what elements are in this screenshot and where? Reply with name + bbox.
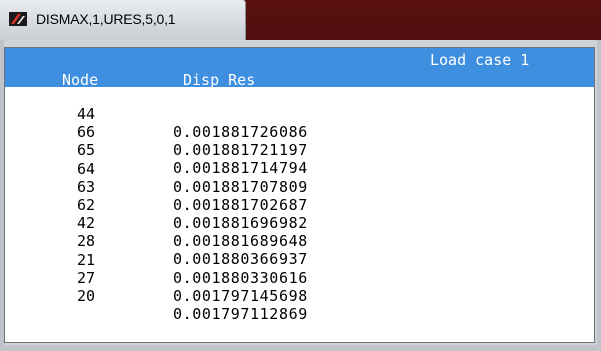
results-window: DISMAX,1,URES,5,0,1 Load case 1 Node Dis… — [0, 0, 601, 351]
results-panel: Load case 1 Node Disp_Res 44 0.001881726… — [4, 47, 595, 343]
table-row: 63 0.001881702687 — [5, 160, 594, 214]
table-row: 42 0.001881689648 — [5, 196, 594, 250]
results-header: Load case 1 Node Disp_Res — [5, 48, 594, 89]
disp-value: 0.001797145698 — [173, 286, 308, 305]
table-row: 66 0.001881721197 — [5, 105, 594, 159]
table-row: 21 0.001880330616 — [5, 233, 594, 287]
table-row: 64 0.001881707809 — [5, 142, 594, 196]
table-row: 44 0.001881726086 — [5, 87, 594, 141]
load-case-label: Load case 1 — [430, 51, 530, 69]
table-row: 62 0.001881696982 — [5, 178, 594, 232]
node-id: 20 — [76, 286, 96, 305]
table-row: 28 0.001880366937 — [5, 214, 594, 268]
app-logo-icon — [9, 12, 27, 26]
disp-value: 0.001797112869 — [173, 304, 308, 323]
title-bar[interactable]: DISMAX,1,URES,5,0,1 — [0, 0, 246, 40]
results-table: 44 0.001881726086 66 0.001881721197 65 0… — [5, 87, 594, 323]
table-row: 65 0.001881714794 — [5, 123, 594, 177]
table-row: 20 0.001797112869 — [5, 269, 594, 323]
window-title: DISMAX,1,URES,5,0,1 — [36, 11, 176, 27]
table-row: 27 0.001797145698 — [5, 251, 594, 305]
